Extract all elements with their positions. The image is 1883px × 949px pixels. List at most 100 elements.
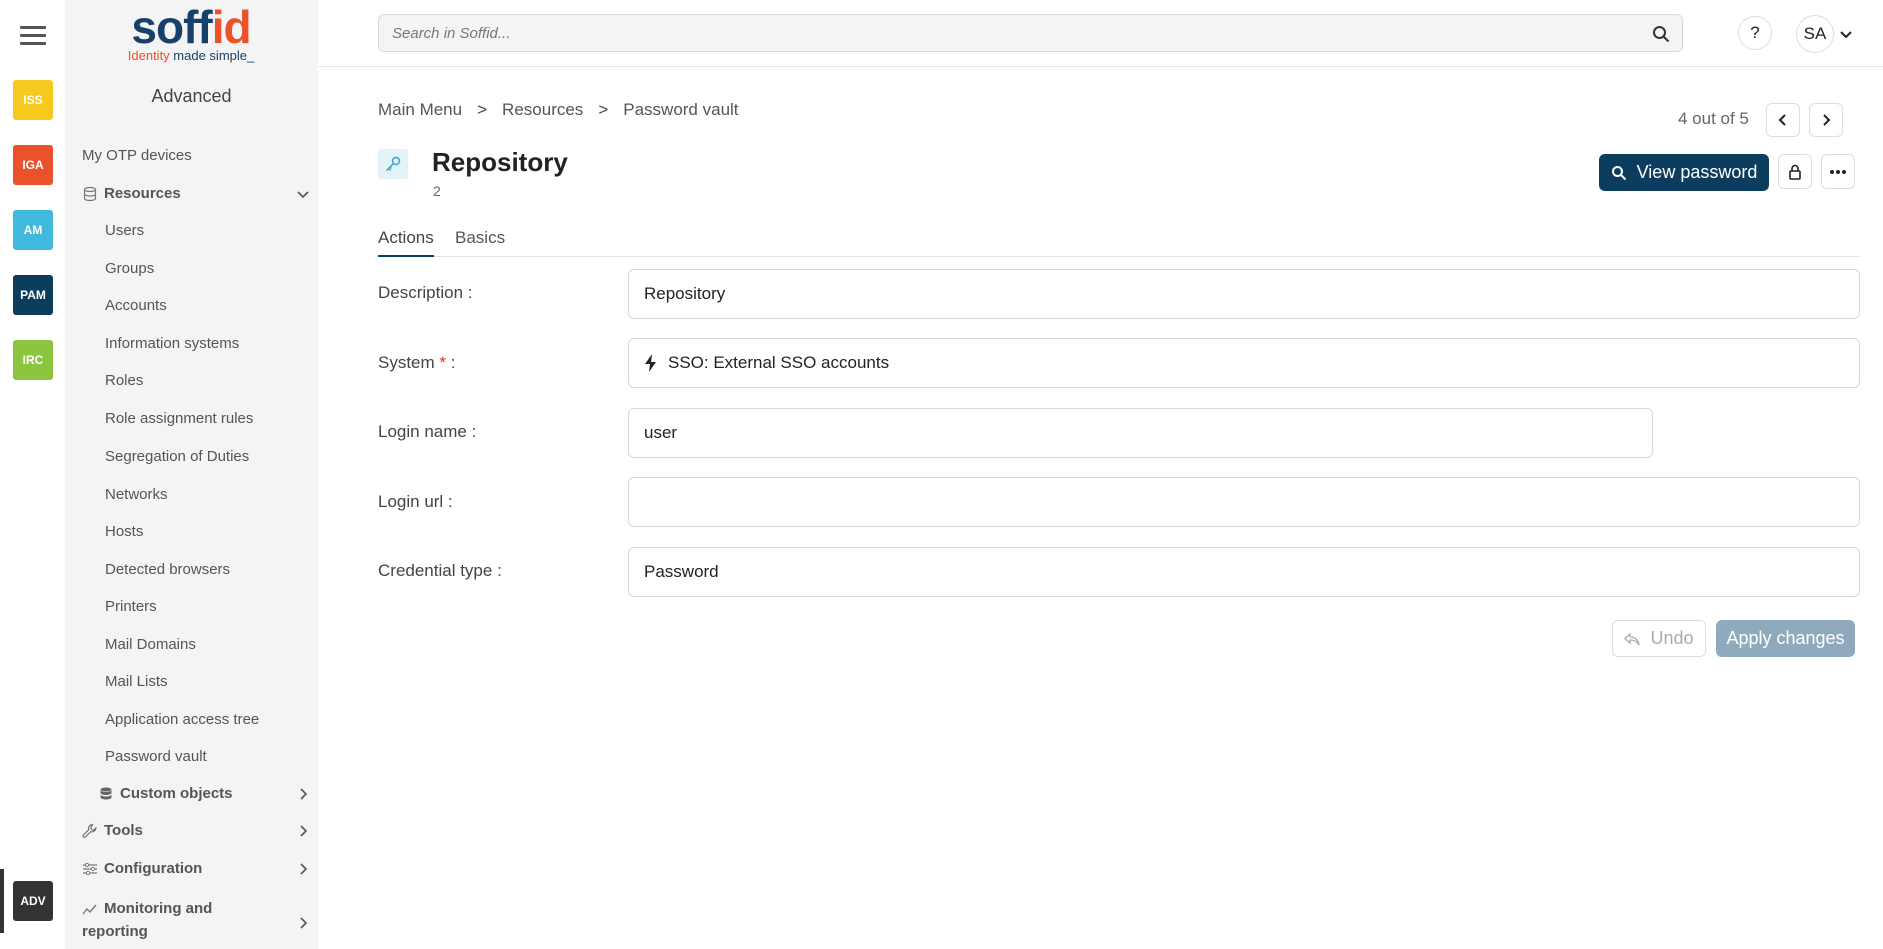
undo-button[interactable]: Undo xyxy=(1612,620,1706,657)
soffid-logo: soffid Identity made simple_ xyxy=(121,4,261,68)
chevron-right-icon xyxy=(300,917,308,929)
chevron-right-icon xyxy=(300,825,308,837)
menu-item-hosts[interactable]: Hosts xyxy=(105,523,143,540)
chevron-down-icon[interactable] xyxy=(1838,26,1854,42)
chevron-right-icon xyxy=(300,863,308,875)
app-tile-irc[interactable]: IRC xyxy=(13,340,53,380)
app-tile-adv[interactable]: ADV xyxy=(13,881,53,921)
menu-item-groups[interactable]: Groups xyxy=(105,260,154,277)
system-label-suffix: : xyxy=(446,353,456,372)
next-record-button[interactable] xyxy=(1809,103,1843,137)
menu-item-detected-browsers[interactable]: Detected browsers xyxy=(105,561,230,578)
more-options-button[interactable] xyxy=(1821,154,1855,189)
app-tile-iga[interactable]: IGA xyxy=(13,145,53,185)
logo-tag-b: made simple_ xyxy=(173,48,255,63)
breadcrumb-main-menu[interactable]: Main Menu xyxy=(378,100,462,120)
logo-word-a: soff xyxy=(131,1,212,53)
tab-basics[interactable]: Basics xyxy=(455,228,505,257)
search-box xyxy=(378,14,1683,52)
login-name-field[interactable] xyxy=(628,408,1653,458)
lock-button[interactable] xyxy=(1778,154,1812,189)
menu-section-resources[interactable]: Resources xyxy=(82,185,318,202)
menu-section-configuration[interactable]: Configuration xyxy=(82,860,318,877)
menu-item-users[interactable]: Users xyxy=(105,222,144,239)
lock-icon xyxy=(1789,164,1801,180)
user-avatar[interactable]: SA xyxy=(1796,15,1834,53)
menu-item-application-access-tree[interactable]: Application access tree xyxy=(105,711,259,728)
apply-changes-button[interactable]: Apply changes xyxy=(1716,620,1855,657)
page-subtitle: 2 xyxy=(433,183,441,199)
search-icon[interactable] xyxy=(1652,25,1670,43)
menu-item-printers[interactable]: Printers xyxy=(105,598,157,615)
menu-item-information-systems[interactable]: Information systems xyxy=(105,335,239,352)
search-icon xyxy=(1611,165,1626,180)
previous-record-button[interactable] xyxy=(1766,103,1800,137)
menu-section-label: Monitoring and xyxy=(104,900,213,917)
app-rail: ISS IGA AM PAM IRC ADV xyxy=(0,0,65,949)
menu-item-role-assignment-rules[interactable]: Role assignment rules xyxy=(105,410,253,427)
chevron-left-icon xyxy=(1778,114,1786,126)
sliders-icon xyxy=(83,862,97,875)
credential-type-value: Password xyxy=(644,562,719,581)
menu-item-mail-domains[interactable]: Mail Domains xyxy=(105,636,196,653)
description-field[interactable] xyxy=(628,269,1860,319)
database-icon xyxy=(83,186,97,201)
menu-item-label: My OTP devices xyxy=(82,147,192,164)
menu-item-accounts[interactable]: Accounts xyxy=(105,297,167,314)
undo-label: Undo xyxy=(1650,628,1694,648)
active-app-indicator: ADV xyxy=(0,869,65,933)
top-bar: ? SA xyxy=(318,0,1883,67)
system-field[interactable]: SSO: External SSO accounts xyxy=(628,338,1860,388)
breadcrumb-password-vault[interactable]: Password vault xyxy=(623,100,738,120)
side-menu: soffid Identity made simple_ Advanced My… xyxy=(65,0,318,949)
menu-item-otp-devices[interactable]: My OTP devices xyxy=(82,147,192,164)
description-input[interactable] xyxy=(644,284,1799,304)
menu-section-label: reporting xyxy=(82,923,148,940)
more-dots-icon xyxy=(1830,169,1846,174)
menu-section-label: Resources xyxy=(104,185,181,202)
credential-type-label: Credential type : xyxy=(378,561,502,580)
login-name-input[interactable] xyxy=(644,423,1602,443)
breadcrumb-separator: > xyxy=(477,100,488,119)
login-url-label: Login url : xyxy=(378,492,453,511)
breadcrumb-separator: > xyxy=(598,100,609,119)
search-input[interactable] xyxy=(392,24,1632,42)
menu-item-mail-lists[interactable]: Mail Lists xyxy=(105,673,168,690)
trend-chart-icon xyxy=(82,904,97,914)
menu-item-password-vault[interactable]: Password vault xyxy=(105,748,207,765)
menu-section-label: Tools xyxy=(104,822,143,839)
menu-item-segregation-of-duties[interactable]: Segregation of Duties xyxy=(105,448,249,465)
page-title: Repository xyxy=(432,147,568,177)
help-button[interactable]: ? xyxy=(1738,16,1772,50)
breadcrumb-resources[interactable]: Resources xyxy=(502,100,583,120)
tab-actions[interactable]: Actions xyxy=(378,228,434,257)
chevron-down-icon xyxy=(297,191,309,199)
menu-section-label: Configuration xyxy=(104,860,203,877)
view-password-button[interactable]: View password xyxy=(1599,154,1769,191)
app-tile-iss[interactable]: ISS xyxy=(13,80,53,120)
app-tile-pam[interactable]: PAM xyxy=(13,275,53,315)
lightning-icon xyxy=(645,354,656,372)
login-url-input[interactable] xyxy=(644,492,1799,512)
system-value: SSO: External SSO accounts xyxy=(668,353,890,372)
menu-item-networks[interactable]: Networks xyxy=(105,486,168,503)
menu-section-monitoring-reporting[interactable]: Monitoring and reporting xyxy=(82,897,318,943)
hamburger-menu-icon[interactable] xyxy=(20,26,46,46)
logo-tag-a: Identity xyxy=(127,48,174,63)
app-tile-am[interactable]: AM xyxy=(13,210,53,250)
chevron-right-icon xyxy=(1823,114,1831,126)
undo-icon xyxy=(1624,632,1641,645)
wrench-icon xyxy=(82,823,97,838)
login-name-label: Login name : xyxy=(378,422,477,441)
menu-section-custom-objects[interactable]: Custom objects xyxy=(98,785,318,802)
menu-section-label: Custom objects xyxy=(120,785,233,802)
credential-type-field[interactable]: Password xyxy=(628,547,1860,597)
breadcrumb: Main Menu > Resources > Password vault xyxy=(378,100,739,120)
logo-word-b: id xyxy=(211,1,252,53)
database-stack-icon xyxy=(100,787,112,799)
pager-text: 4 out of 5 xyxy=(1678,109,1749,128)
login-url-field[interactable] xyxy=(628,477,1860,527)
menu-item-roles[interactable]: Roles xyxy=(105,372,143,389)
view-password-label: View password xyxy=(1636,162,1758,182)
menu-section-tools[interactable]: Tools xyxy=(82,822,318,839)
